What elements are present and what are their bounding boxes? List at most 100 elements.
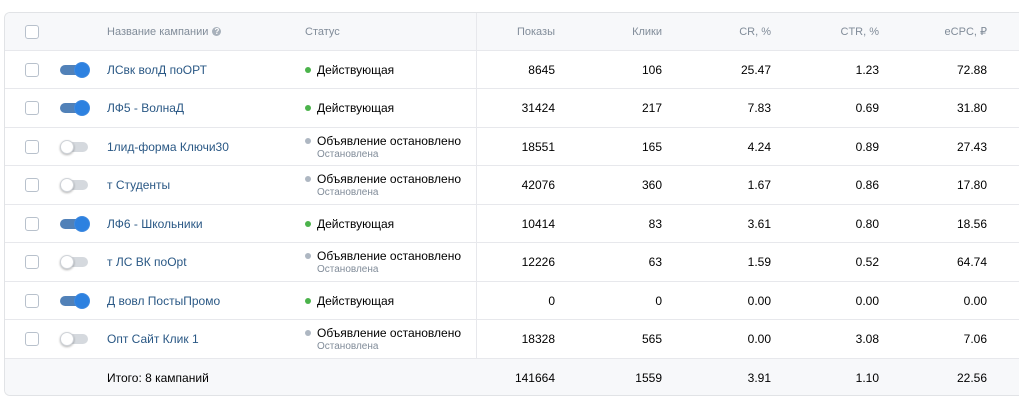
- footer-total-label: Итого: 8 кампаний: [107, 371, 209, 385]
- status-dot-icon: [305, 137, 311, 144]
- status-main: Объявление остановлено: [305, 249, 461, 263]
- cr-value: 1.59: [747, 255, 771, 269]
- column-header-clicks[interactable]: Клики: [565, 13, 662, 50]
- status-main: Действующая: [305, 217, 394, 231]
- campaign-name-cell: Д вовл ПостыПромо: [107, 282, 297, 319]
- ecpc-value: 0.00: [963, 293, 987, 308]
- cr-value: 3.61: [747, 216, 771, 231]
- table-row: Д вовл ПостыПромо Действующая 0 0 0.00 0.00 0.…: [5, 282, 1019, 320]
- status-text: Действующая: [317, 216, 395, 231]
- ecpc-value: 31.80: [956, 101, 987, 115]
- table-row: ЛСвк волД поОРТ Действующая 8645 106 25.47 1.…: [5, 51, 1019, 89]
- ctr-value: 0.00: [855, 293, 879, 308]
- row-checkbox[interactable]: [25, 178, 39, 192]
- campaign-name-cell: т ЛС ВК поOpt: [107, 244, 297, 281]
- impressions-value: 0: [548, 293, 555, 308]
- cr-value: 4.24: [747, 139, 771, 154]
- table-row: ЛФ6 - Школьники Действующая 10414 83 3.61 0.8…: [5, 205, 1019, 243]
- row-checkbox[interactable]: [25, 332, 39, 346]
- column-header-name[interactable]: Название кампании ?: [107, 13, 297, 50]
- ecpc-value: 27.43: [956, 139, 987, 154]
- ctr-value: 1.23: [855, 62, 879, 77]
- campaign-name-link[interactable]: ЛФ6 - Школьники: [107, 217, 203, 231]
- clicks-value: 217: [641, 101, 662, 115]
- campaign-toggle[interactable]: [60, 178, 90, 192]
- status-dot-icon: [305, 66, 311, 73]
- status-text: Действующая: [317, 62, 395, 77]
- status-main: Объявление остановлено: [305, 172, 461, 186]
- campaign-name-link[interactable]: Опт Сайт Клик 1: [107, 332, 199, 346]
- clicks-value: 0: [655, 293, 662, 308]
- cr-value: 7.83: [747, 101, 771, 115]
- campaign-toggle[interactable]: [60, 332, 90, 346]
- campaign-name-link[interactable]: ЛФ5 - ВолнаД: [107, 101, 184, 115]
- column-header-name-label: Название кампании: [107, 25, 209, 38]
- campaign-toggle[interactable]: [60, 62, 90, 77]
- row-checkbox[interactable]: [25, 139, 39, 154]
- campaign-name-cell: Опт Сайт Клик 1: [107, 321, 297, 358]
- campaign-name-link[interactable]: т ЛС ВК поOpt: [107, 255, 187, 269]
- campaign-name-link[interactable]: ЛСвк волД поОРТ: [107, 63, 207, 77]
- column-header-status[interactable]: Статус: [305, 13, 475, 50]
- campaign-toggle[interactable]: [60, 216, 90, 231]
- row-checkbox[interactable]: [25, 62, 39, 77]
- table-header: Название кампании ? Статус Показы Клики …: [5, 13, 1019, 51]
- status-dot-icon: [305, 297, 311, 304]
- row-checkbox[interactable]: [25, 255, 39, 269]
- footer-ecpc: 22.56: [956, 371, 987, 385]
- campaign-name-cell: ЛФ5 - ВолнаД: [107, 90, 297, 127]
- toggle-knob: [75, 101, 89, 115]
- row-checkbox[interactable]: [25, 101, 39, 115]
- campaign-name-link[interactable]: Д вовл ПостыПромо: [107, 294, 220, 308]
- ctr-value: 0.52: [855, 255, 879, 269]
- campaign-toggle[interactable]: [60, 101, 90, 115]
- status-subtext: Остановлена: [317, 148, 379, 160]
- status-dot-icon: [305, 220, 311, 227]
- campaign-name-link[interactable]: 1лид-форма Ключи30: [107, 140, 229, 154]
- select-all-checkbox[interactable]: [25, 24, 39, 39]
- toggle-knob: [75, 62, 89, 77]
- campaigns-table: Название кампании ? Статус Показы Клики …: [4, 12, 1019, 396]
- status-dot-icon: [305, 253, 311, 259]
- campaign-toggle[interactable]: [60, 293, 90, 308]
- status-cell: Объявление остановлено Остановлена: [305, 128, 475, 165]
- campaign-toggle[interactable]: [60, 255, 90, 269]
- ctr-value: 0.86: [855, 178, 879, 192]
- impressions-value: 31424: [521, 101, 555, 115]
- toggle-knob: [60, 332, 74, 346]
- status-cell: Объявление остановлено Остановлена: [305, 244, 475, 281]
- ctr-value: 0.80: [855, 216, 879, 231]
- table-footer: Итого: 8 кампаний 141664 1559 3.91 1.10 …: [5, 359, 1019, 395]
- status-text: Объявление остановлено: [317, 326, 462, 340]
- status-dot-icon: [305, 176, 311, 182]
- status-main: Действующая: [305, 101, 394, 115]
- ecpc-value: 17.80: [956, 178, 987, 192]
- status-main: Объявление остановлено: [305, 134, 461, 148]
- campaign-name-cell: ЛФ6 - Школьники: [107, 205, 297, 242]
- status-subtext: Остановлена: [317, 264, 379, 275]
- toggle-knob: [75, 216, 89, 231]
- help-icon[interactable]: ?: [212, 27, 222, 36]
- ecpc-value: 64.74: [956, 255, 987, 269]
- toggle-knob: [75, 293, 89, 308]
- row-checkbox[interactable]: [25, 216, 39, 231]
- status-dot-icon: [305, 330, 311, 336]
- column-header-ctr[interactable]: CTR, %: [780, 13, 880, 50]
- row-checkbox[interactable]: [25, 293, 39, 308]
- ctr-value: 3.08: [855, 332, 879, 346]
- impressions-value: 18328: [521, 332, 555, 346]
- campaign-name-cell: ЛСвк волД поОРТ: [107, 51, 297, 88]
- cr-value: 0.00: [747, 293, 771, 308]
- status-cell: Действующая: [305, 90, 475, 127]
- cr-value: 25.47: [740, 62, 771, 77]
- ctr-value: 0.89: [855, 139, 879, 154]
- column-header-cr[interactable]: CR, %: [672, 13, 771, 50]
- table-row: ЛФ5 - ВолнаД Действующая 31424 217 7.83 0.69 3…: [5, 90, 1019, 128]
- campaign-name-link[interactable]: т Студенты: [107, 178, 170, 192]
- footer-impressions: 141664: [514, 371, 555, 385]
- column-header-impressions[interactable]: Показы: [481, 13, 555, 50]
- ecpc-value: 72.88: [956, 62, 987, 77]
- column-header-ecpc[interactable]: eCPC, ₽: [890, 13, 987, 50]
- clicks-value: 106: [641, 62, 662, 77]
- campaign-toggle[interactable]: [60, 139, 90, 154]
